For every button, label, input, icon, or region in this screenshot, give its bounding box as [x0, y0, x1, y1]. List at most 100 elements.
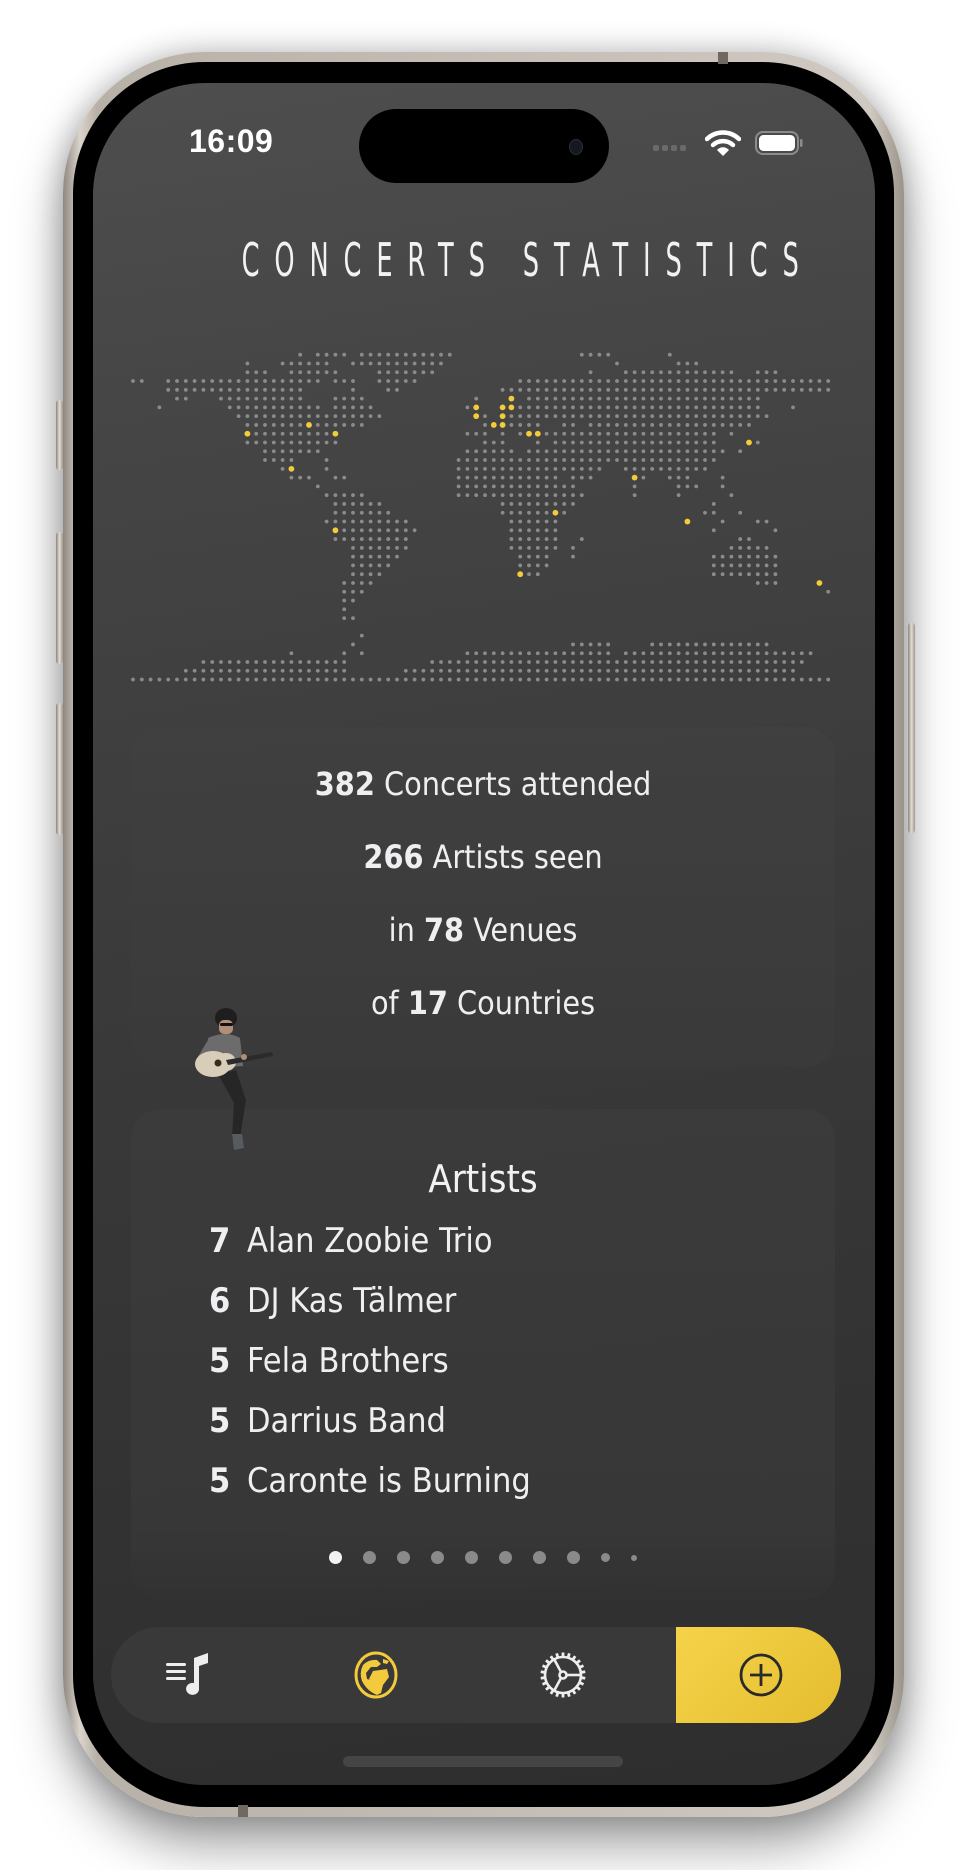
page-dot[interactable] [363, 1551, 376, 1564]
stat-value: 78 [424, 911, 465, 949]
map-land-dot [254, 660, 259, 664]
map-land-dot [298, 361, 303, 366]
map-land-dot [615, 387, 619, 392]
page-dot[interactable] [431, 1551, 444, 1564]
page-dot[interactable] [329, 1551, 342, 1564]
map-land-dot [491, 660, 496, 664]
map-land-dot [518, 651, 523, 656]
page-dot[interactable] [533, 1551, 546, 1564]
page-dot[interactable] [601, 1553, 610, 1562]
map-land-dot [711, 423, 716, 427]
map-land-dot [465, 493, 470, 498]
map-land-dot [641, 440, 646, 445]
map-land-dot [403, 528, 408, 533]
map-land-dot [685, 370, 690, 375]
map-land-dot [659, 466, 663, 471]
map-land-dot [386, 519, 391, 524]
map-land-dot [571, 642, 575, 647]
map-land-dot [500, 475, 505, 480]
map-land-dot [298, 431, 303, 436]
map-land-dot [298, 660, 303, 664]
tab-statistics[interactable] [301, 1627, 451, 1723]
map-land-dot [597, 668, 602, 673]
map-land-dot [799, 651, 804, 656]
map-land-dot [659, 379, 663, 383]
tab-concerts[interactable] [113, 1627, 263, 1723]
map-land-dot [553, 466, 558, 471]
map-land-dot [307, 414, 311, 419]
map-land-dot [509, 475, 514, 480]
map-land-dot [703, 642, 707, 647]
map-land-dot [359, 581, 364, 585]
map-land-dot [553, 475, 558, 480]
map-land-dot [280, 449, 285, 454]
map-land-dot [720, 668, 725, 673]
map-land-dot [509, 387, 514, 392]
add-concert-button[interactable] [676, 1627, 841, 1723]
page-dot[interactable] [499, 1551, 512, 1564]
map-land-dot [571, 449, 575, 454]
map-land-dot [263, 370, 267, 375]
map-land-dot [183, 387, 188, 392]
map-land-dot [703, 677, 707, 682]
map-land-dot [553, 668, 558, 673]
map-land-dot [518, 423, 523, 427]
map-land-dot [245, 379, 250, 383]
map-land-dot [606, 405, 611, 410]
page-indicator[interactable] [131, 1551, 835, 1564]
map-land-dot [315, 449, 320, 454]
map-land-dot [315, 370, 320, 375]
artists-card[interactable]: Artists 7 Alan Zoobie Trio 6 DJ Kas Tälm… [131, 1109, 835, 1599]
map-land-dot [632, 466, 637, 471]
map-land-dot [659, 677, 663, 682]
map-land-dot [333, 502, 338, 506]
map-land-dot [553, 458, 558, 462]
page-dot[interactable] [631, 1554, 637, 1561]
map-land-dot [333, 405, 338, 410]
map-land-dot [773, 554, 778, 559]
map-land-dot [711, 387, 716, 392]
map-land-dot [351, 405, 355, 410]
map-land-dot [456, 484, 461, 489]
map-land-dot [650, 458, 655, 462]
map-land-dot [500, 449, 505, 454]
page-dot[interactable] [567, 1551, 580, 1564]
map-land-dot [298, 414, 303, 419]
map-land-dot [368, 528, 373, 533]
map-land-dot [254, 414, 259, 419]
map-visited-dot [508, 395, 515, 402]
page-dot[interactable] [397, 1551, 410, 1564]
map-land-dot [553, 651, 558, 656]
map-land-dot [333, 414, 338, 419]
map-land-dot [711, 563, 716, 568]
map-land-dot [694, 449, 699, 454]
map-land-dot [747, 677, 751, 682]
artist-row: 7 Alan Zoobie Trio [209, 1221, 493, 1261]
map-land-dot [368, 361, 373, 366]
map-land-dot [527, 502, 531, 506]
map-land-dot [527, 466, 531, 471]
map-land-dot [694, 361, 699, 366]
map-land-dot [667, 642, 672, 647]
home-indicator[interactable] [343, 1756, 623, 1767]
map-land-dot [474, 466, 479, 471]
map-land-dot [641, 396, 646, 401]
map-land-dot [377, 519, 382, 524]
map-land-dot [720, 519, 725, 524]
map-land-dot [711, 370, 716, 375]
page-dot[interactable] [465, 1551, 478, 1564]
map-land-dot [623, 458, 628, 462]
map-land-dot [659, 642, 663, 647]
map-land-dot [359, 554, 364, 559]
map-land-dot [641, 449, 646, 454]
map-land-dot [439, 668, 443, 673]
map-land-dot [368, 510, 373, 515]
map-land-dot [659, 431, 663, 436]
map-land-dot [544, 651, 549, 656]
map-land-dot [395, 519, 399, 524]
map-land-dot [368, 519, 373, 524]
tab-settings[interactable] [488, 1627, 638, 1723]
map-land-dot [254, 387, 259, 392]
map-land-dot [342, 651, 347, 656]
map-land-dot [412, 352, 417, 357]
